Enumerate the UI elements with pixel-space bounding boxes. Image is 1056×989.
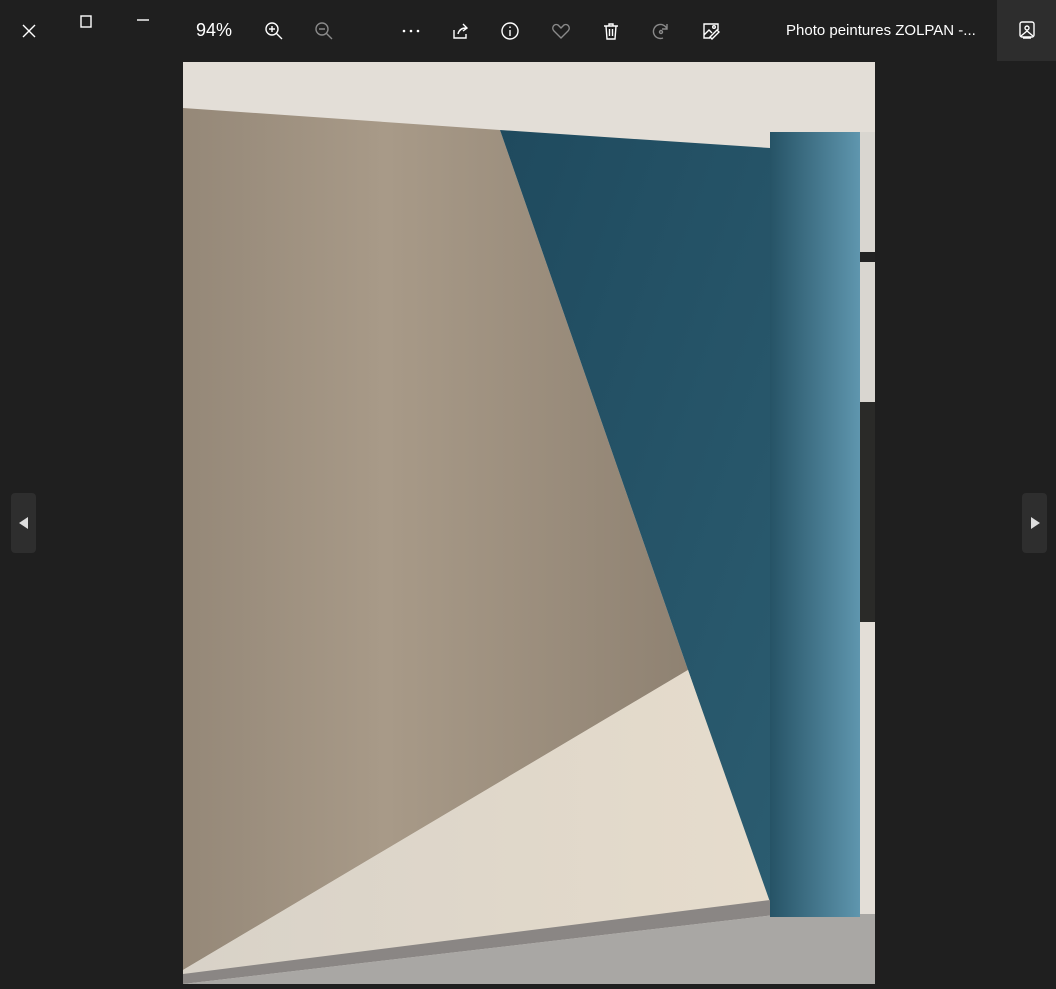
rotate-icon: [652, 23, 668, 40]
gallery-icon: [1019, 21, 1035, 39]
zoom-in-icon: [265, 22, 283, 40]
delete-button[interactable]: [591, 11, 631, 51]
favorite-icon: [552, 23, 570, 39]
info-button[interactable]: [490, 11, 530, 51]
next-button[interactable]: [1022, 493, 1047, 553]
edit-icon: [703, 23, 720, 40]
favorite-button[interactable]: [541, 11, 581, 51]
chevron-left-icon: [18, 517, 28, 529]
delete-icon: [604, 23, 618, 40]
zoom-out-icon: [315, 22, 333, 40]
edit-button[interactable]: [691, 11, 731, 51]
previous-button[interactable]: [11, 493, 36, 553]
minimize-button[interactable]: [123, 0, 163, 40]
photo-image: [183, 62, 875, 984]
file-title: Photo peintures ZOLPAN -...: [786, 22, 976, 39]
more-button[interactable]: [391, 11, 431, 51]
photo-view: [183, 62, 875, 984]
zoom-out-button[interactable]: [304, 11, 344, 51]
zoom-level: 94%: [196, 20, 233, 40]
close-button[interactable]: [9, 11, 49, 51]
toolbar: 94% Photo peintures ZOLPAN -...: [0, 0, 1056, 62]
close-icon: [22, 24, 36, 38]
more-icon: [402, 29, 420, 33]
gallery-panel[interactable]: [997, 0, 1056, 61]
chevron-right-icon: [1030, 517, 1040, 529]
gallery-button[interactable]: [1007, 10, 1047, 50]
info-icon: [501, 22, 519, 40]
share-icon: [453, 23, 469, 39]
minimize-icon: [137, 19, 149, 21]
share-button[interactable]: [441, 11, 481, 51]
maximize-icon: [80, 15, 92, 28]
rotate-button[interactable]: [641, 11, 681, 51]
zoom-in-button[interactable]: [254, 11, 294, 51]
maximize-button[interactable]: [66, 1, 106, 41]
